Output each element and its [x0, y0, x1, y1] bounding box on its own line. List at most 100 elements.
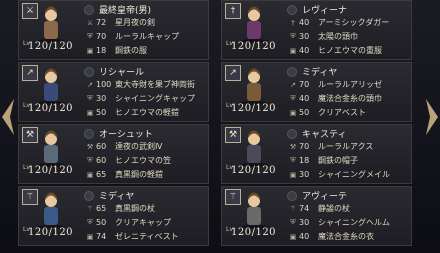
unit-card[interactable]: ⚒ Lv 120/120 オーシュット ⚒ 60 達夜の武剣Ⅳ ⛨ 60 ヒノエ…: [18, 124, 209, 184]
equipment-row[interactable]: ⚚ 65 真黒鋼の杖: [85, 202, 155, 215]
equipment-name: 鋼鉄の帽子: [318, 156, 358, 165]
character-name: レヴィーナ: [302, 6, 348, 16]
armor-icon: ▣: [289, 232, 297, 241]
staff-icon: ⚚: [289, 204, 297, 213]
equipment-value: 70: [96, 32, 107, 41]
equipment-row[interactable]: ⚒ 70 ルーラルアクス: [288, 140, 374, 153]
character-name: ミディヤ: [302, 68, 338, 78]
equipment-name: 東大寺財を果ブ神両街: [115, 80, 195, 89]
equipment-name: ルーラルキャップ: [115, 32, 179, 41]
unit-card[interactable]: ⚔ Lv 120/120 最終皇帝(男) ⚔ 72 星月夜の剣 ⛨ 70 ルーラ…: [18, 0, 209, 60]
equipment-row[interactable]: ⚔ 72 星月夜の剣: [85, 16, 155, 29]
equipment-name: 魔法合金糸の頭巾: [318, 94, 382, 103]
equipment-row[interactable]: ▣ 65 真黒鋼の軽鎧: [85, 168, 163, 181]
level-value: 120/120: [28, 103, 74, 114]
equipment-row[interactable]: ▣ 30 シャイニングメイル: [288, 168, 390, 181]
equipment-value: 65: [96, 170, 107, 179]
staff-icon: ⚚: [86, 204, 94, 213]
character-name: アヴィーテ: [302, 192, 348, 202]
equipment-row[interactable]: ▣ 40 魔法合金糸の衣: [288, 230, 374, 243]
character-name: オーシュット: [99, 130, 153, 140]
spear-icon: ↗: [290, 80, 296, 89]
equipment-row[interactable]: ⚚ 74 静謐の杖: [288, 202, 350, 215]
equipment-name: 静謐の杖: [318, 204, 350, 213]
equipment-row[interactable]: ↗ 100 東大寺財を果ブ神両街: [85, 78, 195, 91]
equipment-value: 18: [299, 156, 310, 165]
equipment-name: 鋼鉄の服: [115, 46, 147, 55]
equipment-row[interactable]: ⛨ 50 クリアキャップ: [85, 216, 171, 229]
dagger-icon: †: [291, 18, 295, 27]
equipment-row[interactable]: ↗ 70 ルーラルアリッゼ: [288, 78, 382, 91]
character-name: 最終皇帝(男): [99, 6, 152, 16]
favorite-toggle[interactable]: [84, 129, 94, 139]
equipment-value: 30: [299, 170, 310, 179]
equipment-row[interactable]: ⛨ 30 シャイニングキャップ: [85, 92, 195, 105]
axe-icon: ⚒: [22, 127, 38, 143]
level-value: 120/120: [28, 41, 74, 52]
chevron-left-icon: [2, 99, 14, 135]
equipment-row[interactable]: ▣ 18 鋼鉄の服: [85, 44, 147, 57]
dagger-icon: †: [225, 3, 241, 19]
equipment-value: 74: [299, 204, 310, 213]
equipment-row[interactable]: ▣ 50 ヒノエウマの軽鎧: [85, 106, 179, 119]
axe-icon: ⚒: [86, 142, 94, 151]
spear-icon: ↗: [225, 65, 241, 81]
equipment-name: クリアキャップ: [115, 218, 171, 227]
equipment-value: 40: [299, 18, 310, 27]
equipment-row[interactable]: ▣ 74 ゼレニティベスト: [85, 230, 179, 243]
prev-page-button[interactable]: [0, 96, 18, 138]
equipment-row[interactable]: ▣ 50 クリアベスト: [288, 106, 366, 119]
unit-card[interactable]: ↗ Lv 120/120 ミディヤ ↗ 70 ルーラルアリッゼ ⛨ 40 魔法合…: [221, 62, 412, 122]
armor-icon: ▣: [86, 46, 94, 55]
favorite-toggle[interactable]: [287, 5, 297, 15]
equipment-name: シャイニングキャップ: [115, 94, 195, 103]
armor-icon: ▣: [86, 108, 94, 117]
character-name: リシャール: [99, 68, 145, 78]
favorite-toggle[interactable]: [287, 129, 297, 139]
shield-icon: ⛨: [290, 94, 296, 102]
unit-card[interactable]: † Lv 120/120 レヴィーナ † 40 アーミシックダガー ⛨ 30 太…: [221, 0, 412, 60]
favorite-toggle[interactable]: [84, 5, 94, 15]
equipment-name: ヒノエウマの笠: [115, 156, 171, 165]
equipment-name: 達夜の武剣Ⅳ: [115, 142, 163, 151]
unit-card[interactable]: ⚚ Lv 120/120 ミディヤ ⚚ 65 真黒鋼の杖 ⛨ 50 クリアキャッ…: [18, 186, 209, 246]
shield-icon: ⛨: [290, 156, 296, 164]
level-value: 120/120: [231, 227, 277, 238]
equipment-value: 72: [96, 18, 107, 27]
spear-icon: ↗: [22, 65, 38, 81]
equipment-row[interactable]: ⛨ 60 ヒノエウマの笠: [85, 154, 171, 167]
equipment-value: 60: [96, 156, 107, 165]
unit-card[interactable]: ⚒ Lv 120/120 キャスティ ⚒ 70 ルーラルアクス ⛨ 18 鋼鉄の…: [221, 124, 412, 184]
equipment-row[interactable]: ⛨ 18 鋼鉄の帽子: [288, 154, 358, 167]
equipment-row[interactable]: ⛨ 40 魔法合金糸の頭巾: [288, 92, 382, 105]
equipment-value: 74: [96, 232, 107, 241]
sword-icon: ⚔: [86, 18, 94, 27]
character-name: ミディヤ: [99, 192, 135, 202]
equipment-row[interactable]: ⛨ 30 太陽の頭巾: [288, 30, 358, 43]
favorite-toggle[interactable]: [84, 67, 94, 77]
equipment-name: ルーラルアリッゼ: [318, 80, 382, 89]
equipment-value: 40: [299, 232, 310, 241]
unit-card[interactable]: ⚚ Lv 120/120 アヴィーテ ⚚ 74 静謐の杖 ⛨ 30 シャイニング…: [221, 186, 412, 246]
next-page-button[interactable]: [422, 96, 440, 138]
equipment-value: 18: [96, 46, 107, 55]
unit-card[interactable]: ↗ Lv 120/120 リシャール ↗ 100 東大寺財を果ブ神両街 ⛨ 30…: [18, 62, 209, 122]
favorite-toggle[interactable]: [287, 67, 297, 77]
equipment-row[interactable]: † 40 アーミシックダガー: [288, 16, 389, 29]
equipment-value: 70: [299, 80, 310, 89]
equipment-row[interactable]: ⚒ 60 達夜の武剣Ⅳ: [85, 140, 163, 153]
armor-icon: ▣: [289, 170, 297, 179]
favorite-toggle[interactable]: [287, 191, 297, 201]
equipment-row[interactable]: ▣ 40 ヒノエウマの重服: [288, 44, 382, 57]
shield-icon: ⛨: [87, 32, 93, 40]
favorite-toggle[interactable]: [84, 191, 94, 201]
equipment-value: 30: [299, 32, 310, 41]
level-value: 120/120: [231, 165, 277, 176]
equipment-row[interactable]: ⛨ 70 ルーラルキャップ: [85, 30, 179, 43]
equipment-row[interactable]: ⛨ 30 シャイニングヘルム: [288, 216, 389, 229]
shield-icon: ⛨: [87, 218, 93, 226]
character-name: キャスティ: [302, 130, 347, 140]
equipment-value: 60: [96, 142, 107, 151]
equipment-name: クリアベスト: [318, 108, 366, 117]
armor-icon: ▣: [289, 46, 297, 55]
